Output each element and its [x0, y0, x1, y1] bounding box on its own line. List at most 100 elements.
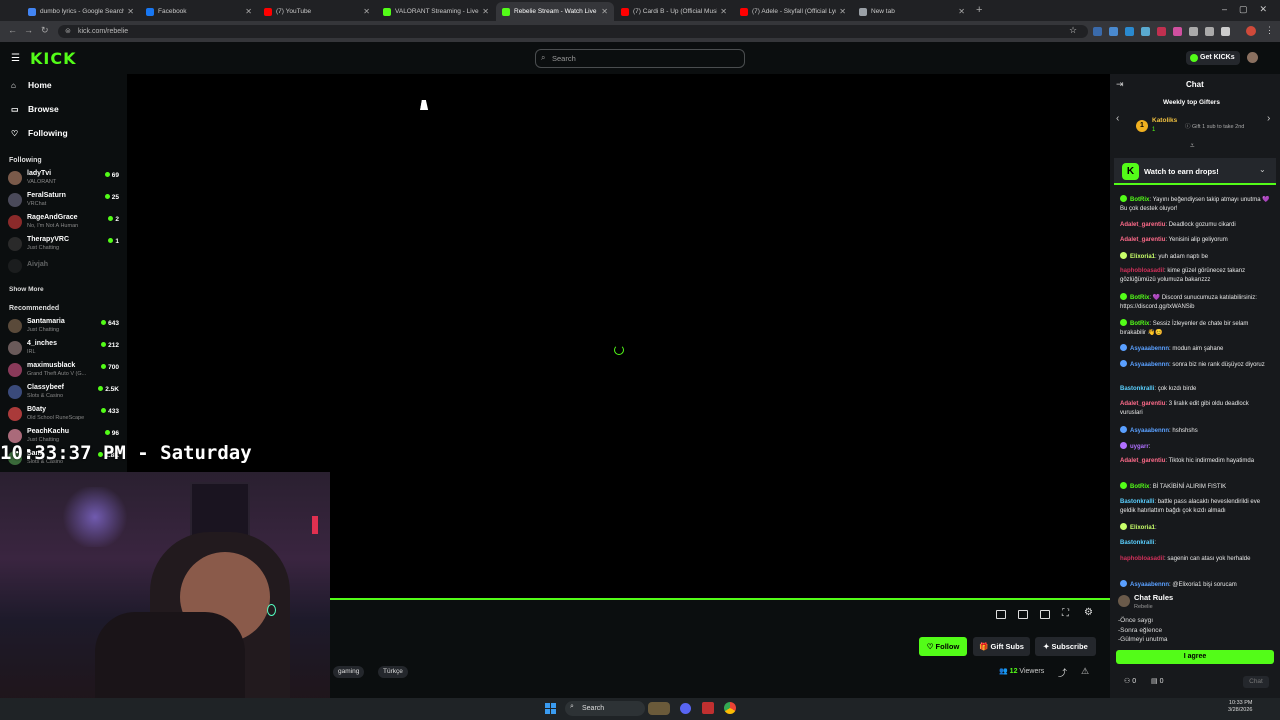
taskbar-search[interactable]: Search — [565, 701, 645, 716]
gift-subs-button[interactable]: 🎁 Gift Subs — [973, 637, 1030, 656]
url-bar[interactable]: kick.com/rebelie — [58, 25, 1088, 38]
browser-tab[interactable]: dumbo lyrics - Google Search ✕ — [22, 2, 140, 21]
chrome-taskbar-icon[interactable] — [724, 702, 736, 714]
extension-icon[interactable] — [1141, 27, 1150, 36]
forward-icon[interactable]: → — [24, 25, 33, 35]
close-tab-icon[interactable]: ✕ — [601, 7, 608, 16]
chat-username[interactable]: Bastonkralli — [1120, 386, 1154, 392]
player-progress-bar[interactable] — [330, 598, 1110, 600]
chevron-left-icon[interactable]: ‹ — [1116, 113, 1119, 124]
theater-mode-icon[interactable] — [1040, 610, 1050, 619]
miniplayer-icon[interactable] — [996, 610, 1006, 619]
chat-username[interactable]: BotRix — [1130, 484, 1149, 490]
stream-tag[interactable]: gaming — [333, 666, 365, 678]
windows-start-icon[interactable] — [545, 703, 556, 714]
show-more-link[interactable]: Show More — [9, 286, 44, 293]
gifter-name[interactable]: Katoliks — [1152, 117, 1177, 124]
sidebar-channel[interactable]: Classybeef Slots & Casino 2.5K — [8, 382, 122, 402]
sidebar-channel[interactable]: TherapyVRC Just Chatting 1 — [8, 234, 122, 254]
chat-username[interactable]: Elixoria1 — [1130, 525, 1155, 531]
fullscreen-icon[interactable]: ⛶ — [1062, 608, 1069, 619]
stream-tag[interactable]: Türkçe — [378, 666, 408, 678]
chat-username[interactable]: Asyaaabennn — [1130, 362, 1169, 368]
subscribe-button[interactable]: ✦ Subscribe — [1035, 637, 1096, 656]
sidebar-channel[interactable]: ladyTvi VALORANT 69 — [8, 168, 122, 188]
sidebar-channel[interactable]: Aivjah — [8, 256, 122, 276]
extension-icon[interactable] — [1205, 27, 1214, 36]
extension-icon[interactable] — [1157, 27, 1166, 36]
browser-menu-icon[interactable]: ⋮ — [1265, 25, 1274, 36]
browser-tab[interactable]: (7) Adele - Skyfall (Official Lyric ✕ — [734, 2, 852, 21]
hamburger-menu-icon[interactable]: ☰ — [11, 53, 20, 64]
chat-username[interactable]: Bastonkralli — [1120, 540, 1154, 546]
taskbar-clock[interactable]: 10:33 PM 3/28/2026 — [1228, 700, 1252, 714]
profile-avatar[interactable] — [1246, 26, 1256, 36]
kicks-balance[interactable]: ▤ 0 — [1151, 677, 1163, 685]
agree-button[interactable]: I agree — [1116, 650, 1274, 664]
app-icon[interactable] — [702, 702, 714, 714]
close-tab-icon[interactable]: ✕ — [482, 7, 489, 16]
extension-icon[interactable] — [1093, 27, 1102, 36]
sidebar-channel[interactable]: B0aty Old School RuneScape 433 — [8, 404, 122, 424]
chevron-down-icon[interactable]: ⌄ — [1259, 165, 1266, 174]
sidebar-channel[interactable]: maximusblack Grand Theft Auto V (G... 700 — [8, 360, 122, 380]
chat-username[interactable]: haphobloasadil — [1120, 268, 1164, 274]
site-info-icon[interactable]: ⊜ — [65, 27, 71, 35]
search-input[interactable]: Search — [535, 49, 745, 68]
browser-tab[interactable]: (7) Cardi B - Up (Official Music ✕ — [615, 2, 733, 21]
close-tab-icon[interactable]: ✕ — [958, 7, 965, 16]
close-tab-icon[interactable]: ✕ — [127, 7, 134, 16]
chat-username[interactable]: uygarr — [1130, 444, 1149, 450]
collapse-chat-icon[interactable]: ⇥ — [1116, 79, 1124, 90]
sidebar-channel[interactable]: 4_inches IRL 212 — [8, 338, 122, 358]
browser-tab[interactable]: (7) YouTube ✕ — [258, 2, 376, 21]
back-icon[interactable]: ← — [8, 25, 17, 35]
discord-icon[interactable] — [680, 703, 691, 714]
browser-tab[interactable]: Rebelie Stream - Watch Live on ✕ — [496, 2, 614, 21]
share-icon[interactable]: ⤴ — [1058, 666, 1067, 679]
chat-username[interactable]: Asyaaabennn — [1130, 428, 1169, 434]
picture-in-picture-icon[interactable] — [1018, 610, 1028, 619]
chat-username[interactable]: Adalet_garentiu — [1120, 458, 1165, 464]
expand-gifters-icon[interactable]: ⩡ — [1190, 141, 1195, 151]
bookmark-star-icon[interactable]: ☆ — [1069, 25, 1077, 36]
chat-username[interactable]: BotRix — [1130, 321, 1149, 327]
report-icon[interactable]: ⚠ — [1081, 666, 1089, 677]
browser-tab[interactable]: New tab ✕ — [853, 2, 971, 21]
extension-icon[interactable] — [1173, 27, 1182, 36]
browser-tab[interactable]: VALORANT Streaming - Live St ✕ — [377, 2, 495, 21]
sidebar-channel[interactable]: Santamaria Just Chatting 643 — [8, 316, 122, 336]
close-tab-icon[interactable]: ✕ — [363, 7, 370, 16]
sidebar-channel[interactable]: FeralSaturn VRChat 25 — [8, 190, 122, 210]
close-tab-icon[interactable]: ✕ — [839, 7, 846, 16]
new-tab-button[interactable]: + — [976, 4, 982, 16]
chevron-right-icon[interactable]: › — [1267, 113, 1270, 124]
extension-icon[interactable] — [1221, 27, 1230, 36]
chat-username[interactable]: Adalet_garentiu — [1120, 222, 1165, 228]
chat-username[interactable]: Adalet_garentiu — [1120, 237, 1165, 243]
chat-username[interactable]: Adalet_garentiu — [1120, 401, 1165, 407]
chat-username[interactable]: Asyaaabennn — [1130, 346, 1169, 352]
chat-username[interactable]: BotRix — [1130, 197, 1149, 203]
close-tab-icon[interactable]: ✕ — [245, 7, 252, 16]
channel-points[interactable]: ⚇ 0 — [1124, 677, 1136, 685]
nav-item-home[interactable]: ⌂ Home — [11, 80, 52, 90]
sidebar-channel[interactable]: RageAndGrace No, I'm Not A Human 2 — [8, 212, 122, 232]
extension-icon[interactable] — [1125, 27, 1134, 36]
settings-gear-icon[interactable]: ⚙ — [1084, 607, 1093, 618]
extension-icon[interactable] — [1189, 27, 1198, 36]
nav-item-browse[interactable]: ▭ Browse — [11, 104, 59, 114]
close-tab-icon[interactable]: ✕ — [720, 7, 727, 16]
send-chat-button[interactable]: Chat — [1243, 676, 1269, 688]
widgets-icon[interactable] — [648, 702, 670, 715]
chat-username[interactable]: Bastonkralli — [1120, 499, 1154, 505]
nav-item-following[interactable]: ♡ Following — [11, 128, 68, 138]
chat-username[interactable]: BotRix — [1130, 295, 1149, 301]
extension-icon[interactable] — [1109, 27, 1118, 36]
user-avatar[interactable] — [1247, 52, 1258, 63]
chat-username[interactable]: haphobloasadil — [1120, 556, 1164, 562]
reload-icon[interactable]: ↻ — [41, 25, 49, 36]
chat-username[interactable]: Elixoria1 — [1130, 254, 1155, 260]
window-controls[interactable]: –▢✕ — [1222, 4, 1279, 15]
follow-button[interactable]: ♡ Follow — [919, 637, 967, 656]
